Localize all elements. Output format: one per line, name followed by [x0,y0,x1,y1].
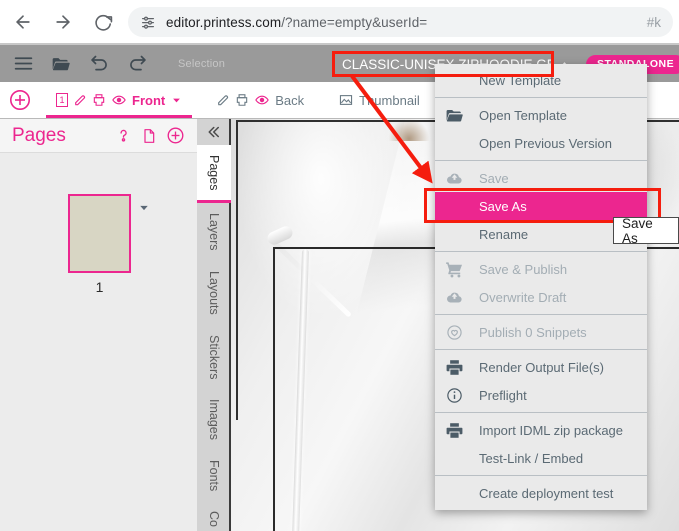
tab-thumbnail-label: Thumbnail [359,92,420,108]
menu-item-label: Test-Link / Embed [479,450,584,466]
address-bar[interactable]: editor.printess.com/?name=empty&userId= … [128,7,673,37]
tooltip-save-as: Save As [613,216,679,246]
eye-icon[interactable] [254,93,270,107]
side-tab-strip: Pages Layers Layouts Stickers Images Fon… [197,119,231,531]
menu-item-save-and-publish: Save & Publish [435,255,647,283]
menu-item-label: Open Template [479,107,567,123]
menu-item-open-template[interactable]: Open Template [435,101,647,129]
folder-open-icon [445,106,471,125]
tab-front-number: 1 [56,93,68,107]
cloud-upload-icon [445,289,471,306]
page-thumbnail-item[interactable]: 1 [68,194,148,295]
menu-item-new-template[interactable]: New Template [435,66,647,94]
printer-icon [445,358,471,377]
menu-item-overwrite-draft: Overwrite Draft [435,283,647,311]
chevrons-left-icon[interactable] [197,119,229,145]
tab-thumbnail[interactable]: Thumbnail [328,82,430,118]
menu-item-label: Save [479,170,509,186]
menu-item-label: Overwrite Draft [479,289,567,305]
file-menu[interactable]: New Template Open Template Open Previous… [435,64,647,510]
undo-icon[interactable] [84,49,114,79]
eye-icon[interactable] [111,93,127,107]
tab-front-label: Front [132,92,166,108]
menu-separator [435,349,647,350]
browser-toolbar: editor.printess.com/?name=empty&userId= … [0,0,679,44]
tab-front[interactable]: 1 Front [46,82,193,118]
document-icon[interactable] [141,126,157,145]
menu-item-label: Save As [479,198,527,214]
menu-item-create-deployment-test[interactable]: Create deployment test [435,479,647,507]
tab-back[interactable]: Back [206,82,314,118]
url-path: /?name=empty&userId= [281,14,428,30]
menu-item-test-link-embed[interactable]: Test-Link / Embed [435,444,647,472]
menu-item-render-output-files[interactable]: Render Output File(s) [435,353,647,381]
hamburger-menu-icon[interactable] [8,49,38,79]
menu-separator [435,412,647,413]
print-icon[interactable] [235,93,249,107]
redo-icon[interactable] [122,49,152,79]
sidebar-item-stickers[interactable]: Stickers [197,325,231,389]
menu-item-import-idml[interactable]: Import IDML zip package [435,416,647,444]
menu-item-label: Rename [479,226,529,242]
folder-open-icon[interactable] [46,49,76,79]
url-host: editor.printess.com [166,14,282,30]
sidebar-item-fonts[interactable]: Fonts [197,450,231,501]
url-text: editor.printess.com/?name=empty&userId= [166,15,427,30]
caret-down-icon[interactable] [138,200,150,218]
menu-separator [435,475,647,476]
tab-back-label: Back [275,92,305,108]
sidebar-item-colors[interactable]: Co [197,501,231,531]
menu-item-publish-snippets: Publish 0 Snippets [435,318,647,346]
page-thumbnail[interactable] [68,194,131,273]
sidebar-item-pages[interactable]: Pages [197,145,231,204]
edit-icon[interactable] [73,93,87,107]
page-thumbnail-label: 1 [95,279,104,295]
selection-label: Selection [178,57,226,70]
menu-separator [435,314,647,315]
menu-separator [435,97,647,98]
reload-icon[interactable] [86,5,120,39]
pages-panel: Pages 1 [0,119,197,531]
app-root: editor.printess.com/?name=empty&userId= … [0,0,679,531]
menu-item-label: Publish 0 Snippets [479,324,587,340]
menu-separator [435,160,647,161]
plus-circle-icon[interactable] [166,126,185,145]
menu-item-label: Save & Publish [479,261,568,277]
add-page-button[interactable] [8,88,32,112]
cloud-upload-icon [445,170,471,187]
menu-item-label: Create deployment test [479,485,614,501]
menu-item-label: Preflight [479,387,527,403]
info-circle-icon [445,386,471,405]
menu-item-label: Render Output File(s) [479,359,604,375]
pages-panel-header: Pages [0,119,197,153]
pages-panel-actions [115,126,185,145]
image-icon [338,93,354,107]
menu-separator [435,251,647,252]
question-mark-icon[interactable] [115,126,132,145]
menu-item-open-previous-version[interactable]: Open Previous Version [435,129,647,157]
page-settings-icon[interactable] [140,14,156,30]
sidebar-item-layouts[interactable]: Layouts [197,261,231,325]
url-tail: #k [646,14,661,30]
sidebar-item-images[interactable]: Images [197,389,231,450]
menu-item-label: Import IDML zip package [479,422,624,438]
print-icon[interactable] [92,93,106,107]
heart-badge-icon [445,323,471,342]
forward-icon[interactable] [46,5,80,39]
page-title: Pages [12,124,66,146]
menu-item-save: Save [435,164,647,192]
menu-item-label: New Template [479,72,562,88]
sidebar-item-layers[interactable]: Layers [197,203,231,261]
menu-item-label: Open Previous Version [479,135,612,151]
cart-icon [445,260,471,279]
menu-item-save-as[interactable]: Save As [435,192,647,220]
back-icon[interactable] [6,5,40,39]
menu-item-preflight[interactable]: Preflight [435,381,647,409]
chevron-down-icon[interactable] [171,96,182,105]
edit-icon[interactable] [216,93,230,107]
printer-icon [445,421,471,440]
